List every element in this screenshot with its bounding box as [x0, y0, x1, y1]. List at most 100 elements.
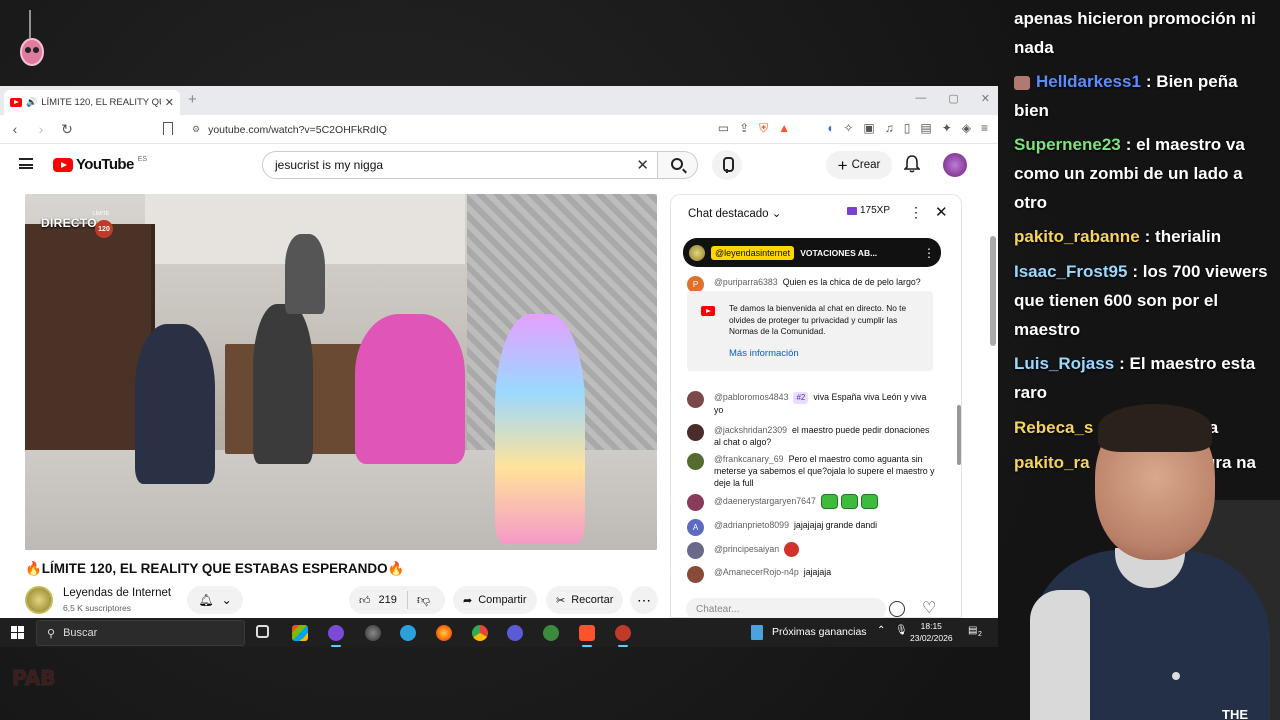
music-icon[interactable]: ♫: [885, 121, 894, 136]
video-player[interactable]: DIRECTO LÍMITE 120: [25, 194, 657, 550]
account-avatar[interactable]: [943, 153, 967, 177]
brave-rewards-icon[interactable]: ▲: [778, 121, 790, 136]
chat-input[interactable]: Chatear...: [686, 598, 886, 618]
chat-message: A @adrianprieto8099 jajajajaj grande dand…: [687, 519, 937, 536]
reaction-heart-icon[interactable]: ♡: [922, 598, 936, 618]
dislike-button[interactable]: 👎︎: [408, 592, 439, 608]
search-input[interactable]: jesucrist is my nigga ✕: [262, 151, 658, 179]
news-widget-label[interactable]: Próximas ganancias: [772, 626, 867, 638]
streamer-hair: [1098, 404, 1212, 452]
wallet-icon[interactable]: ▤: [920, 121, 931, 136]
screenshot-icon[interactable]: ▣: [863, 121, 874, 136]
browser-tab-youtube[interactable]: 🔊 LÍMITE 120, EL REALITY QU ✕: [4, 90, 180, 115]
guide-menu-icon[interactable]: [19, 158, 33, 169]
stream-chat-text: apenas hicieron promoción ni nada: [1014, 9, 1256, 57]
clip-button[interactable]: ✂ Recortar: [546, 586, 624, 614]
search-button[interactable]: [658, 151, 698, 179]
chat-options-icon[interactable]: ⋮: [909, 204, 923, 221]
sidebar-icon[interactable]: ▯: [904, 121, 911, 136]
video-title: 🔥LÍMITE 120, EL REALITY QUE ESTABAS ESPE…: [25, 561, 405, 576]
extensions-icon[interactable]: ✧: [843, 121, 853, 136]
youtube-header: YouTube ES jesucrist is my nigga ✕ + Cre…: [0, 145, 998, 185]
speech-icon[interactable]: ◖: [826, 121, 833, 136]
brave-icon[interactable]: [579, 625, 595, 647]
media-player-icon[interactable]: [507, 625, 523, 641]
chat-header: Chat destacado ⌄ 175XP ⋮ ✕: [671, 195, 961, 231]
chat-username[interactable]: @daenerystargaryen7647: [714, 496, 816, 506]
create-button[interactable]: + Crear: [826, 151, 892, 179]
maximize-button[interactable]: ▢: [948, 92, 958, 105]
channel-name[interactable]: Leyendas de Internet: [63, 587, 171, 599]
search-icon: [671, 158, 683, 170]
pinned-message[interactable]: @leyendasinternet VOTACIONES AB... ⋮: [683, 238, 941, 267]
stream-chat-user: Isaac_Frost95: [1014, 262, 1128, 281]
menu-icon[interactable]: ≡: [981, 121, 988, 136]
subscription-notifications-button[interactable]: 🔔︎ ⌄: [187, 586, 243, 614]
chat-username[interactable]: @AmanecerRojo-n4p: [714, 567, 799, 577]
share-button[interactable]: ➦ Compartir: [453, 586, 537, 614]
stream-chat-line: Isaac_Frost95: los 700 viewers que tiene…: [1014, 257, 1276, 344]
firefox-icon[interactable]: [436, 625, 452, 641]
microphone-icon[interactable]: 🎙︎: [895, 625, 908, 636]
app-icon[interactable]: [328, 625, 344, 647]
share-icon[interactable]: ⇪: [739, 121, 749, 136]
leo-ai-icon[interactable]: ✦: [942, 121, 952, 136]
taskbar-search[interactable]: ⚲ Buscar: [36, 620, 245, 646]
close-window-button[interactable]: ✕: [981, 92, 990, 105]
chat-mode-dropdown[interactable]: Chat destacado ⌄: [688, 206, 781, 220]
voice-search-icon[interactable]: [712, 150, 742, 180]
cast-icon[interactable]: ▭: [718, 121, 729, 136]
chevron-up-icon[interactable]: ⌃: [877, 625, 885, 636]
clear-search-icon[interactable]: ✕: [636, 156, 649, 174]
youtube-wordmark: YouTube: [76, 156, 134, 173]
like-button[interactable]: 👍︎ 219: [349, 591, 408, 609]
chat-username[interactable]: @frankcanary_69: [714, 454, 784, 464]
address-bar[interactable]: ⚙ youtube.com/watch?v=5C2OHFkRdIQ: [186, 119, 666, 140]
vpn-icon[interactable]: ◈: [962, 121, 971, 136]
store-icon[interactable]: [292, 625, 308, 641]
chat-avatar: [687, 424, 704, 441]
chrome-icon[interactable]: [472, 625, 488, 641]
new-tab-button[interactable]: +: [188, 91, 197, 108]
reload-icon[interactable]: ↻: [60, 121, 74, 138]
more-actions-button[interactable]: ⋯: [630, 586, 658, 614]
minimize-button[interactable]: —: [915, 92, 926, 105]
chat-username[interactable]: @jackshridan2309: [714, 425, 787, 435]
page-scrollbar[interactable]: [990, 236, 996, 346]
task-view-icon[interactable]: [256, 625, 269, 638]
bookmark-icon[interactable]: [163, 122, 173, 135]
stream-chat-line: pakito_rabanne: therialin: [1014, 222, 1276, 251]
stream-chat-user: Luis_Rojass: [1014, 354, 1115, 373]
news-widget-icon[interactable]: [751, 625, 763, 640]
video-person: [285, 234, 325, 314]
obs-icon[interactable]: [365, 625, 381, 641]
telegram-icon[interactable]: [400, 625, 416, 641]
chat-username[interactable]: @adrianprieto8099: [714, 520, 789, 530]
back-icon[interactable]: ‹: [8, 121, 22, 137]
xbox-icon[interactable]: [543, 625, 559, 641]
xp-counter[interactable]: 175XP: [847, 205, 890, 216]
video-person: [355, 314, 465, 464]
chat-avatar: [687, 494, 704, 511]
brave-shields-icon[interactable]: ⛨: [759, 121, 768, 136]
channel-avatar[interactable]: [25, 586, 53, 614]
pinned-options-icon[interactable]: ⋮: [923, 246, 935, 260]
chat-message: @jackshridan2309 el maestro puede pedir d…: [687, 424, 937, 448]
stream-chat-user: Supernene23: [1014, 135, 1121, 154]
chat-username[interactable]: @principesaiyan: [714, 544, 779, 554]
more-info-link[interactable]: Más información: [729, 348, 923, 360]
close-tab-icon[interactable]: ✕: [165, 96, 174, 109]
site-info-icon[interactable]: ⚙: [192, 124, 200, 135]
notifications-bell-icon[interactable]: [904, 155, 920, 173]
youtube-logo[interactable]: YouTube ES: [53, 156, 147, 173]
close-chat-icon[interactable]: ✕: [935, 203, 948, 221]
chat-username[interactable]: @pabloromos4843: [714, 392, 788, 402]
forward-icon[interactable]: ›: [34, 121, 48, 137]
app-icon[interactable]: [615, 625, 631, 647]
audio-playing-icon[interactable]: 🔊: [26, 97, 37, 108]
create-label: Crear: [851, 159, 881, 171]
emoji-icon: [840, 494, 858, 509]
chat-username[interactable]: @puriparra6383: [714, 277, 778, 287]
emoji-picker-icon[interactable]: [889, 601, 905, 617]
windows-start-icon[interactable]: [11, 626, 24, 639]
